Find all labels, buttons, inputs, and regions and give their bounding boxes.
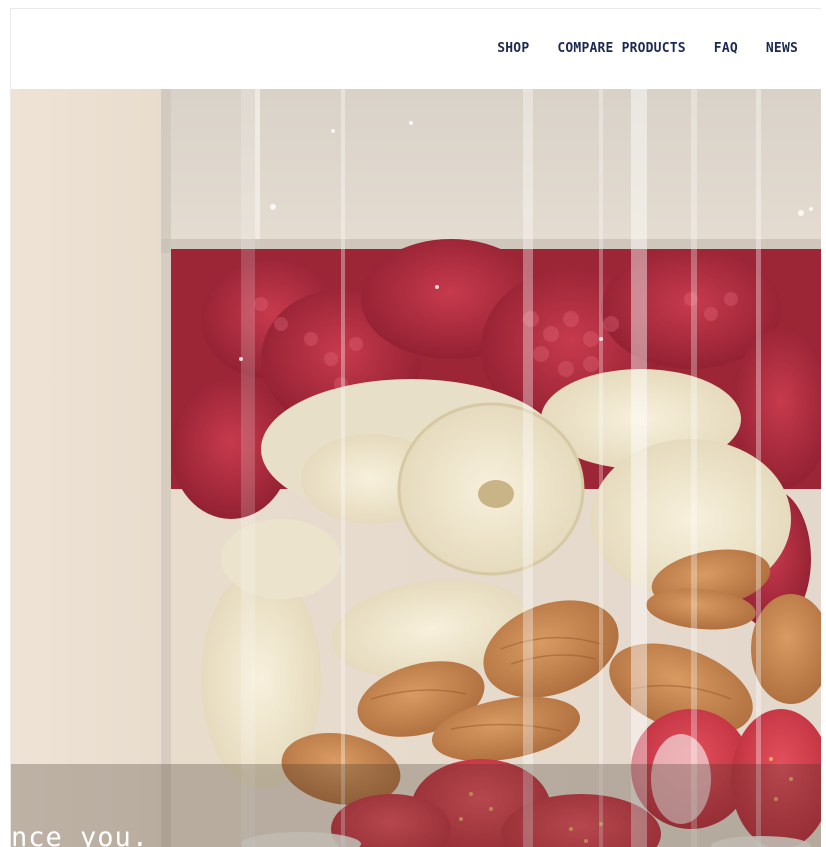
nav-shop-link[interactable]: SHOP [497,41,529,56]
nav-faq-link[interactable]: FAQ [714,41,738,56]
nav-compare-products-link[interactable]: COMPARE PRODUCTS [557,41,685,56]
site-header: SHOP COMPARE PRODUCTS FAQ NEWS [11,9,821,89]
nav-news-link[interactable]: NEWS [766,41,798,56]
hero-illustration [11,89,821,847]
hero-caption: nce you. [11,822,150,847]
main-nav: SHOP COMPARE PRODUCTS FAQ NEWS [497,41,798,56]
hero-image: nce you. [11,89,821,847]
browser-viewport: SHOP COMPARE PRODUCTS FAQ NEWS nce you. [10,8,821,847]
page: SHOP COMPARE PRODUCTS FAQ NEWS nce you. [0,0,826,847]
